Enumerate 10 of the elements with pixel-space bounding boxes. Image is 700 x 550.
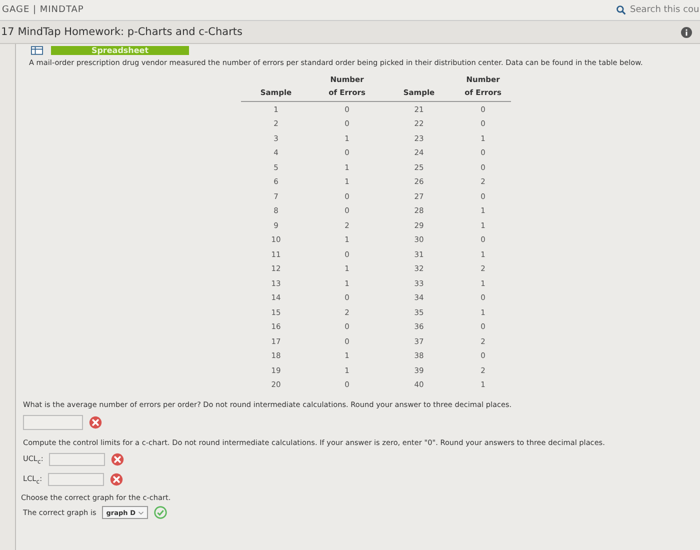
answer-field[interactable] xyxy=(49,453,106,466)
assignment-title: 17 MindTap Homework: p-Charts and c-Charts xyxy=(1,26,242,38)
answer-field[interactable] xyxy=(48,473,104,486)
caret-icon xyxy=(138,510,144,514)
search-field[interactable]: Search this cou xyxy=(630,5,700,15)
spreadsheet-icon xyxy=(31,46,43,55)
answer-field[interactable] xyxy=(23,415,83,430)
info-icon[interactable] xyxy=(681,26,692,38)
search-icon[interactable] xyxy=(616,5,626,15)
brand-text: GAGE | MINDTAP xyxy=(2,5,84,15)
